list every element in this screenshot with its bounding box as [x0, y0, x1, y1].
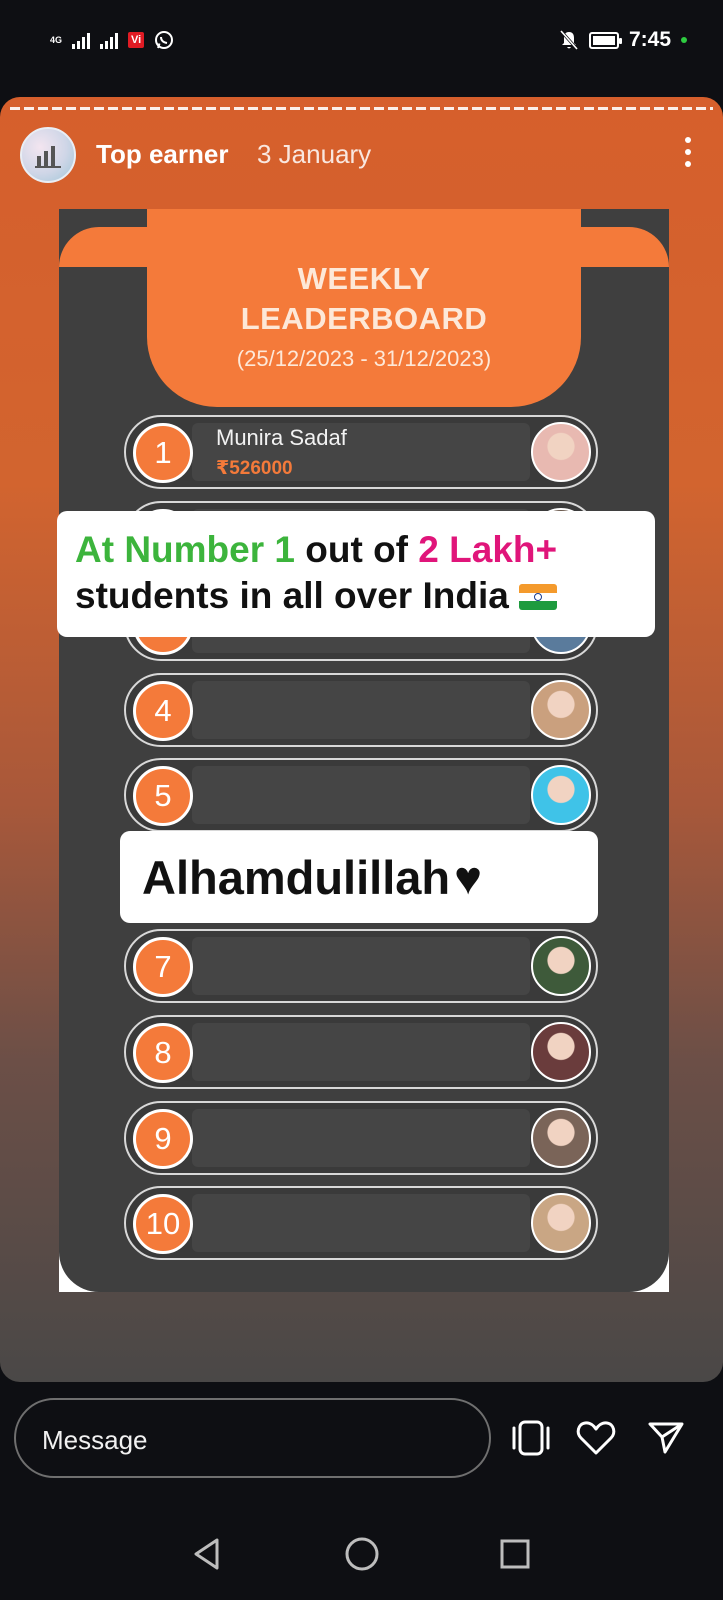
status-bar: 4G Vi 7:45: [0, 0, 723, 66]
leaderboard-row: 4: [124, 673, 598, 747]
send-icon[interactable]: [640, 1412, 692, 1464]
sticker-line1: At Number 1 out of 2 Lakh+: [75, 527, 637, 573]
recents-icon[interactable]: [491, 1530, 539, 1578]
row-name: Munira Sadaf: [216, 425, 347, 450]
leaderboard-title-line1: WEEKLY: [297, 261, 431, 296]
rank-badge: 1: [133, 423, 193, 483]
row-bar: [192, 1109, 530, 1167]
status-left: 4G Vi: [50, 30, 174, 50]
red-heart-icon: ♥: [454, 850, 483, 904]
back-icon[interactable]: [183, 1530, 231, 1578]
sticker-highlight-count: 2 Lakh+: [418, 529, 558, 570]
story-card[interactable]: Top earner 3 January WEEKLY LEADERBOARD …: [0, 97, 723, 1382]
sticker-line2-text: students in all over India: [75, 575, 509, 616]
message-input[interactable]: Message: [14, 1398, 491, 1478]
row-avatar: [531, 422, 591, 482]
story-date: 3 January: [257, 139, 372, 169]
profile-avatar[interactable]: [20, 127, 76, 183]
more-vertical-icon[interactable]: [683, 137, 693, 167]
system-nav-bar: [0, 1510, 723, 1600]
rank-badge: 8: [133, 1023, 193, 1083]
leaderboard-row: 7: [124, 929, 598, 1003]
leaderboard-image: WEEKLY LEADERBOARD (25/12/2023 - 31/12/2…: [59, 209, 669, 1292]
rank-badge: 9: [133, 1109, 193, 1169]
rank-badge: 7: [133, 937, 193, 997]
sticker-alhamdulillah-text: Alhamdulillah: [142, 850, 451, 904]
row-avatar: [531, 1108, 591, 1168]
story-progress-bar: [10, 107, 713, 110]
heart-icon[interactable]: [570, 1412, 622, 1464]
india-flag-icon: [519, 584, 558, 610]
signal-icon-2: [100, 31, 119, 49]
row-bar: [192, 1023, 530, 1081]
carrier-badge: Vi: [128, 32, 145, 48]
leaderboard-dates: (25/12/2023 - 31/12/2023): [236, 346, 492, 371]
status-right: 7:45: [559, 28, 687, 52]
row-bar: [192, 937, 530, 995]
rank-badge: 4: [133, 681, 193, 741]
rank-badge: 5: [133, 766, 193, 826]
leaderboard-title-line2: LEADERBOARD: [240, 301, 488, 336]
row-avatar: [531, 1193, 591, 1253]
row-bar: [192, 1194, 530, 1252]
story-user-name[interactable]: Top earner: [96, 139, 228, 170]
row-bar: [192, 766, 530, 824]
row-avatar: [531, 1022, 591, 1082]
sticker-highlight-rank: At Number 1: [75, 529, 295, 570]
text-sticker-rank[interactable]: At Number 1 out of 2 Lakh+ students in a…: [57, 511, 655, 637]
signal-icon: [72, 31, 91, 49]
leaderboard-row: 5: [124, 758, 598, 832]
chart-bars-icon: [35, 146, 61, 168]
home-icon[interactable]: [338, 1530, 386, 1578]
share-screen-icon[interactable]: [505, 1412, 557, 1464]
message-placeholder: Message: [42, 1425, 148, 1455]
leaderboard-row: 9: [124, 1101, 598, 1175]
sticker-line2: students in all over India: [75, 573, 637, 619]
row-amount: ₹526000: [216, 458, 293, 479]
sticker-connector: out of: [294, 529, 419, 570]
network-type: 4G: [50, 34, 63, 45]
row-bar: [192, 681, 530, 739]
leaderboard-row: 8: [124, 1015, 598, 1089]
text-sticker-alhamdulillah[interactable]: Alhamdulillah ♥: [120, 831, 598, 923]
whatsapp-icon: [155, 31, 174, 49]
row-avatar: [531, 936, 591, 996]
row-avatar: [531, 765, 591, 825]
leaderboard-row: 1 Munira Sadaf ₹526000: [124, 415, 598, 489]
leaderboard-row: 10: [124, 1186, 598, 1260]
mute-icon: [559, 30, 579, 50]
row-avatar: [531, 680, 591, 740]
privacy-indicator-dot: [681, 37, 687, 43]
rank-badge: 10: [133, 1194, 193, 1254]
clock: 7:45: [628, 28, 671, 51]
battery-icon: [588, 31, 622, 49]
